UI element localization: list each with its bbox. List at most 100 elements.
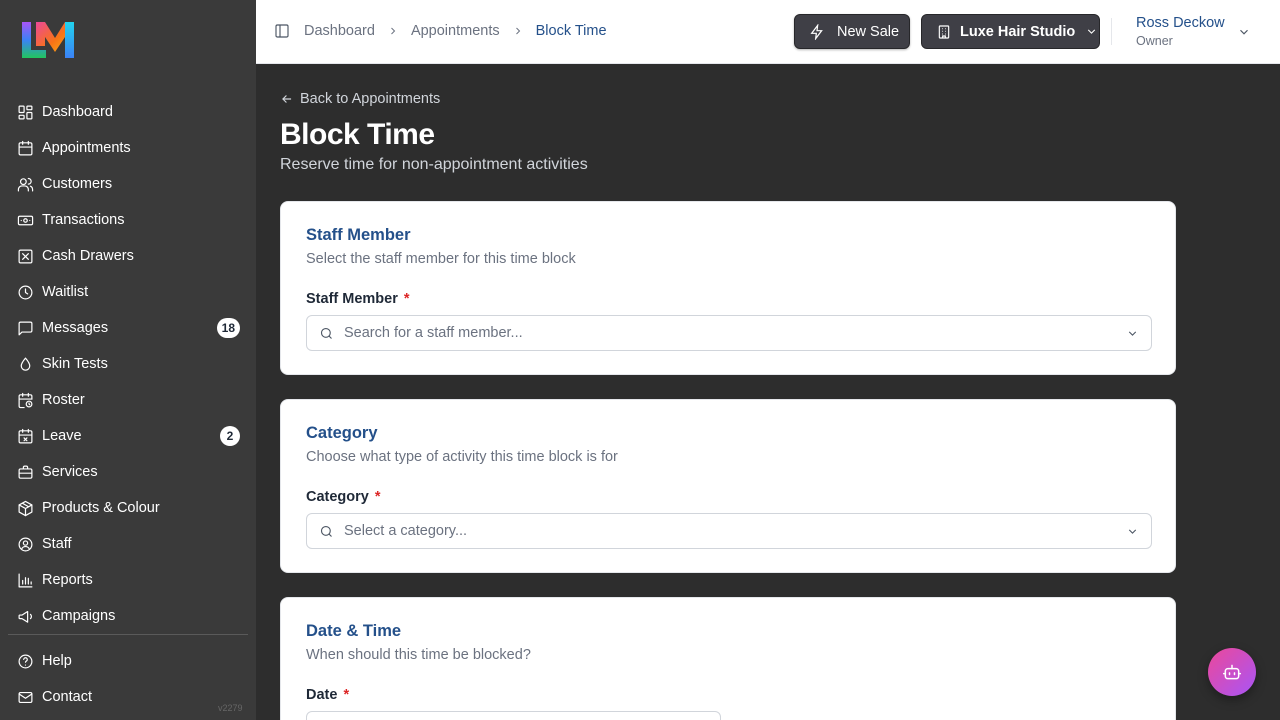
- app-logo[interactable]: [20, 20, 78, 60]
- required-mark: *: [403, 291, 410, 307]
- page-title: Block Time: [280, 118, 435, 151]
- card-title: Category: [306, 424, 378, 442]
- staff-member-placeholder: Search for a staff member...: [344, 325, 523, 341]
- staff-member-select[interactable]: Search for a staff member...: [306, 315, 1152, 351]
- sidebar-item-campaigns[interactable]: Campaigns: [8, 598, 248, 634]
- sidebar-item-label: Services: [42, 464, 98, 480]
- sidebar-item-skin-tests[interactable]: Skin Tests: [8, 346, 248, 382]
- user-name: Ross Deckow: [1136, 15, 1225, 31]
- assistant-bot-button[interactable]: [1208, 648, 1256, 696]
- package-icon: [16, 499, 34, 517]
- bot-icon: [1222, 664, 1242, 680]
- breadcrumb-dashboard[interactable]: Dashboard: [304, 23, 375, 39]
- chevron-right-icon: [387, 25, 399, 37]
- dashboard-icon: [16, 103, 34, 121]
- briefcase-icon: [16, 463, 34, 481]
- droplet-icon: [16, 355, 34, 373]
- card-description: Select the staff member for this time bl…: [306, 251, 576, 267]
- studio-selector[interactable]: Luxe Hair Studio: [921, 14, 1100, 49]
- sidebar-item-waitlist[interactable]: Waitlist: [8, 274, 248, 310]
- breadcrumb: Dashboard Appointments Block Time: [304, 23, 607, 39]
- user-circle-icon: [16, 535, 34, 553]
- chevron-down-icon: [1088, 29, 1096, 34]
- sidebar: Dashboard Appointments Customers Transac…: [0, 0, 256, 720]
- card-description: When should this time be blocked?: [306, 647, 531, 663]
- clock-icon: [16, 283, 34, 301]
- card-title: Staff Member: [306, 226, 411, 244]
- sidebar-toggle-icon[interactable]: [274, 23, 292, 41]
- field-label-text: Date: [306, 687, 338, 703]
- sidebar-item-label: Reports: [42, 572, 93, 588]
- field-label-text: Staff Member: [306, 291, 398, 307]
- messages-count-badge: 18: [216, 318, 240, 338]
- sidebar-item-label: Customers: [42, 176, 113, 192]
- new-sale-label: New Sale: [837, 23, 900, 40]
- chevron-down-icon: [1128, 528, 1137, 534]
- sidebar-divider: [8, 634, 248, 635]
- sidebar-item-services[interactable]: Services: [8, 454, 248, 490]
- date-input[interactable]: [306, 711, 721, 720]
- sidebar-item-label: Waitlist: [42, 284, 89, 300]
- app-version: v2279: [218, 703, 243, 713]
- required-mark: *: [343, 687, 350, 703]
- building-icon: [938, 24, 950, 39]
- sidebar-item-roster[interactable]: Roster: [8, 382, 248, 418]
- mail-icon: [16, 688, 34, 706]
- new-sale-button[interactable]: New Sale: [794, 14, 910, 49]
- required-mark: *: [374, 489, 381, 505]
- main-content: Back to Appointments Block Time Reserve …: [256, 65, 1280, 720]
- back-label: Back to Appointments: [300, 91, 441, 107]
- sidebar-bottom-nav: Help Contact: [8, 634, 248, 715]
- top-header: Dashboard Appointments Block Time New Sa…: [256, 0, 1280, 64]
- message-icon: [16, 319, 34, 337]
- chevron-down-icon: [1128, 330, 1137, 336]
- megaphone-icon: [16, 607, 34, 625]
- leave-count-badge: 2: [220, 426, 240, 446]
- sidebar-item-label: Help: [42, 653, 72, 669]
- sidebar-item-customers[interactable]: Customers: [8, 166, 248, 202]
- sidebar-item-label: Staff: [42, 536, 72, 552]
- user-menu[interactable]: Ross Deckow Owner: [1136, 15, 1225, 48]
- sidebar-item-messages[interactable]: Messages 18: [8, 310, 248, 346]
- lightning-icon: [810, 23, 823, 40]
- sidebar-item-label: Campaigns: [42, 608, 116, 624]
- category-select[interactable]: Select a category...: [306, 513, 1152, 549]
- sidebar-item-help[interactable]: Help: [8, 643, 248, 679]
- field-label: Category *: [306, 489, 381, 505]
- users-icon: [16, 175, 34, 193]
- sidebar-item-staff[interactable]: Staff: [8, 526, 248, 562]
- calendar-icon: [16, 139, 34, 157]
- search-icon: [320, 327, 332, 339]
- help-circle-icon: [16, 652, 34, 670]
- arrow-left-icon: [282, 95, 292, 103]
- sidebar-item-products-colour[interactable]: Products & Colour: [8, 490, 248, 526]
- sidebar-nav: Dashboard Appointments Customers Transac…: [8, 94, 248, 634]
- sidebar-item-cash-drawers[interactable]: Cash Drawers: [8, 238, 248, 274]
- sidebar-item-label: Roster: [42, 392, 85, 408]
- sidebar-item-label: Messages: [42, 320, 109, 336]
- sidebar-item-label: Products & Colour: [42, 500, 160, 516]
- chevron-right-icon: [512, 25, 524, 37]
- sidebar-item-leave[interactable]: Leave 2: [8, 418, 248, 454]
- sidebar-item-label: Appointments: [42, 140, 131, 156]
- sidebar-item-label: Dashboard: [42, 104, 113, 120]
- banknote-icon: [16, 211, 34, 229]
- sidebar-item-transactions[interactable]: Transactions: [8, 202, 248, 238]
- breadcrumb-appointments[interactable]: Appointments: [411, 23, 500, 39]
- sidebar-item-reports[interactable]: Reports: [8, 562, 248, 598]
- sidebar-item-label: Contact: [42, 689, 92, 705]
- header-divider: [1111, 18, 1112, 45]
- back-to-appointments-link[interactable]: Back to Appointments: [280, 91, 440, 107]
- staff-member-card: Staff Member Select the staff member for…: [280, 201, 1176, 375]
- field-label-text: Category: [306, 489, 369, 505]
- bar-chart-icon: [16, 571, 34, 589]
- sidebar-item-contact[interactable]: Contact: [8, 679, 248, 715]
- sidebar-item-label: Transactions: [42, 212, 125, 228]
- card-title: Date & Time: [306, 622, 402, 640]
- sidebar-item-dashboard[interactable]: Dashboard: [8, 94, 248, 130]
- chevron-down-icon[interactable]: [1237, 25, 1251, 39]
- sidebar-item-appointments[interactable]: Appointments: [8, 130, 248, 166]
- user-role: Owner: [1136, 34, 1173, 48]
- studio-label: Luxe Hair Studio: [960, 23, 1076, 40]
- field-label: Date *: [306, 687, 349, 703]
